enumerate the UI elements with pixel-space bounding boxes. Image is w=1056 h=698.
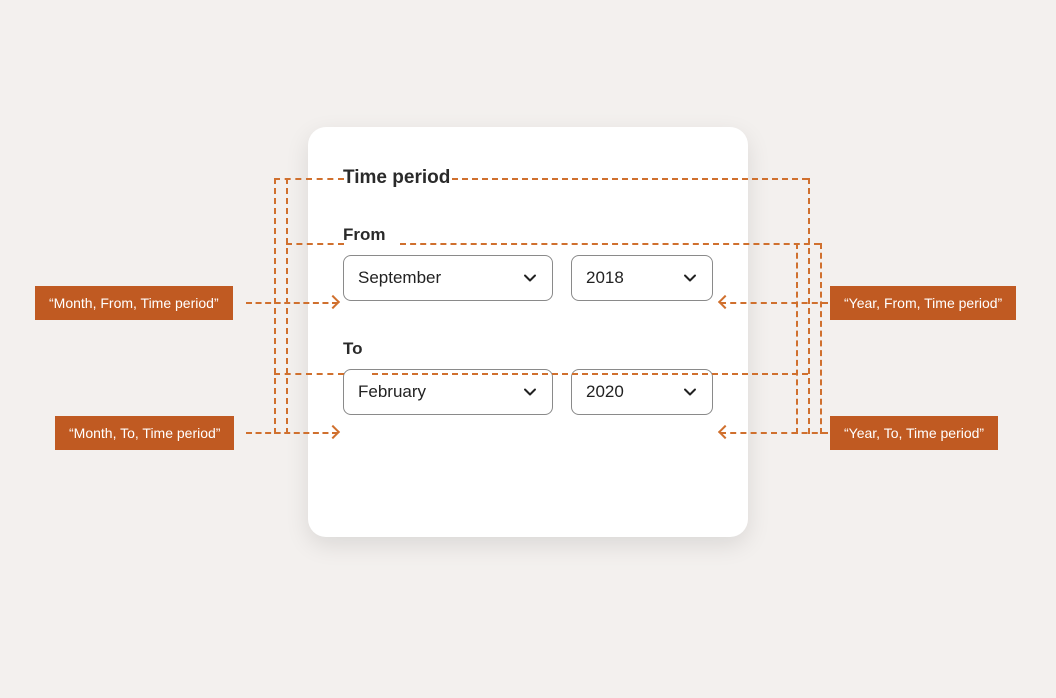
annotation-line [274,178,344,180]
annotation-line [274,373,344,375]
from-year-value: 2018 [586,268,624,288]
to-selects: February 2020 [343,369,713,415]
annotation-line [286,243,344,245]
annotation-line [286,178,288,434]
annotation-line [246,432,338,434]
annotation-line [400,243,820,245]
to-label: To [343,339,713,359]
annotation-line [274,178,276,434]
to-month-select[interactable]: February [343,369,553,415]
chevron-down-icon [682,270,698,286]
to-year-select[interactable]: 2020 [571,369,713,415]
annotation-year-from: “Year, From, Time period” [830,286,1016,320]
from-label: From [343,225,713,245]
from-month-value: September [358,268,441,288]
to-group: To February 2020 [343,339,713,415]
chevron-down-icon [522,270,538,286]
from-group: From September 2018 [343,225,713,301]
annotation-line [246,302,338,304]
from-month-select[interactable]: September [343,255,553,301]
annotation-month-to: “Month, To, Time period” [55,416,234,450]
from-selects: September 2018 [343,255,713,301]
time-period-card: Time period From September 2018 To Febru… [308,127,748,537]
chevron-down-icon [682,384,698,400]
to-month-value: February [358,382,426,402]
annotation-year-to: “Year, To, Time period” [830,416,998,450]
annotation-line [820,243,822,434]
annotation-line [372,373,808,375]
chevron-down-icon [522,384,538,400]
annotation-line [720,432,828,434]
annotation-line [796,243,798,434]
from-year-select[interactable]: 2018 [571,255,713,301]
annotation-month-from: “Month, From, Time period” [35,286,233,320]
annotation-line [720,302,828,304]
to-year-value: 2020 [586,382,624,402]
annotation-line [808,178,810,434]
annotation-line [452,178,808,180]
